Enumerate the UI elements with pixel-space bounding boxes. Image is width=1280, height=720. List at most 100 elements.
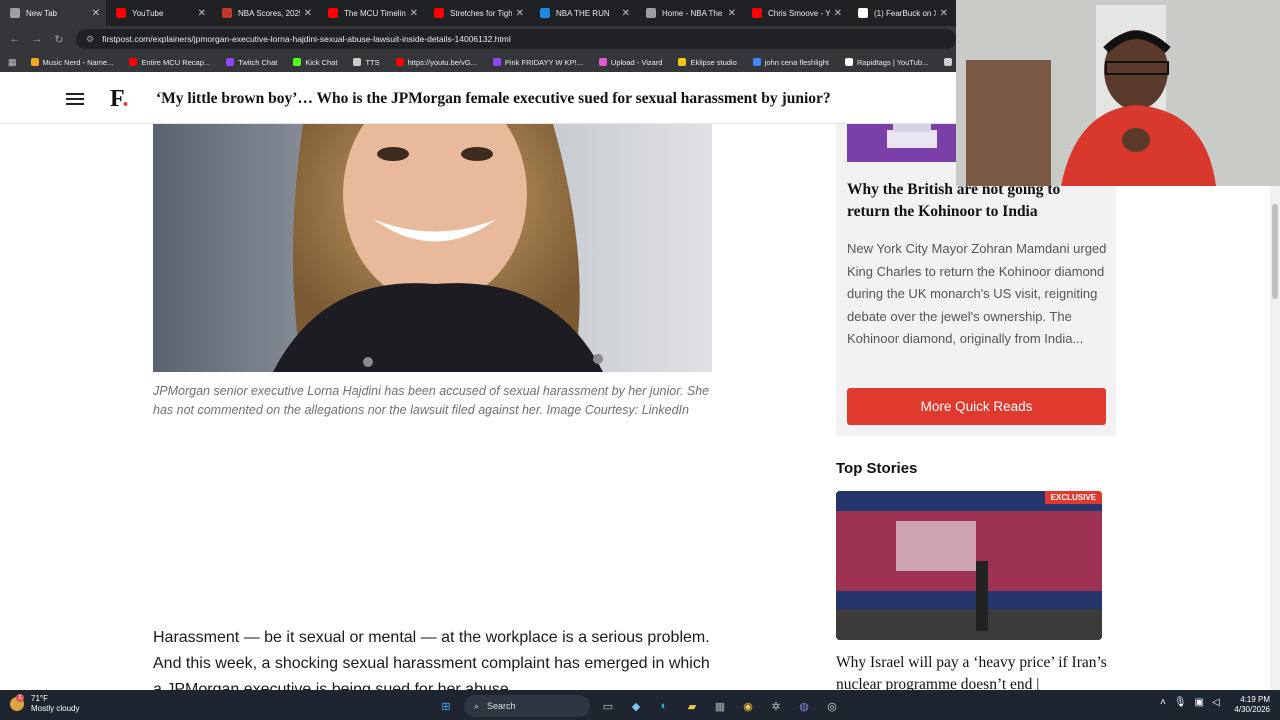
bookmark-item[interactable]: Kick Chat [293, 58, 337, 67]
bookmark-favicon-icon [293, 58, 302, 66]
tab-favicon-icon [222, 8, 232, 18]
reload-icon[interactable]: ↻ [48, 33, 70, 46]
browser-tab[interactable]: Stretches for Tight ✕ [424, 0, 530, 26]
clock-time: 4:19 PM [1240, 695, 1270, 704]
bookmark-item[interactable]: Eklipse studio [678, 57, 737, 67]
bookmark-label: Eklipse studio [690, 57, 737, 67]
bookmark-item[interactable]: Rapidtags | YouTub... [844, 58, 928, 67]
bookmark-favicon-icon [30, 58, 39, 66]
close-tab-icon[interactable]: ✕ [940, 8, 948, 19]
chrome-icon[interactable]: ◉ [738, 696, 758, 716]
browser-tab[interactable]: NBA Scores, 2025 ✕ [212, 0, 318, 26]
copilot-icon[interactable]: ◆ [626, 696, 646, 716]
close-tab-icon[interactable]: ✕ [92, 8, 100, 19]
weather-widget[interactable]: 1 71°F Mostly cloudy [10, 694, 79, 714]
bookmark-label: Pink FRIDAYY W KP!... [504, 57, 583, 67]
browser-tab[interactable]: Chris Smoove - Yo ✕ [742, 0, 848, 26]
tab-favicon-icon [646, 8, 656, 18]
logo-letter: F [110, 86, 123, 112]
task-view-icon[interactable]: ▭ [598, 696, 618, 716]
bookmark-favicon-icon [944, 58, 953, 66]
steam-icon[interactable]: ◎ [822, 696, 842, 716]
scrollbar[interactable] [1270, 186, 1280, 690]
tab-title: The MCU Timeline [344, 8, 406, 18]
tab-favicon-icon [10, 8, 20, 18]
browser-tab[interactable]: New Tab ✕ [0, 0, 106, 26]
bookmark-favicon-icon [598, 58, 607, 66]
system-tray: ˄ 🎙 ▣ ◁ [1160, 697, 1228, 708]
more-quick-reads-button[interactable]: More Quick Reads [847, 388, 1106, 425]
forward-icon[interactable]: → [26, 33, 48, 45]
browser-tab[interactable]: Home - NBA The ✕ [636, 0, 742, 26]
system-clock[interactable]: 4:19 PM 4/30/2026 [1226, 695, 1270, 715]
bookmark-label: john cena fleshlight [764, 57, 829, 67]
bookmark-item[interactable]: Music Nerd - Name... [30, 57, 114, 67]
top-story-image[interactable]: EXCLUSIVE [836, 491, 1102, 640]
browser-tab[interactable]: The MCU Timeline ✕ [318, 0, 424, 26]
browser-tab[interactable]: NBA THE RUN ✕ [530, 0, 636, 26]
taskbar-search[interactable]: ⌕ Search [464, 695, 590, 717]
file-explorer-icon[interactable]: ▰ [682, 696, 702, 716]
close-tab-icon[interactable]: ✕ [622, 8, 630, 19]
browser-tab[interactable]: YouTube ✕ [106, 0, 212, 26]
tab-title: YouTube [132, 8, 164, 18]
windows-start-icon[interactable]: ⊞ [436, 696, 456, 716]
tab-favicon-icon [434, 8, 444, 18]
network-icon[interactable]: ▣ [1195, 697, 1204, 708]
close-tab-icon[interactable]: ✕ [728, 8, 736, 19]
bookmark-item[interactable]: https://youtu.be/vG... [395, 57, 477, 67]
quick-read-summary: New York City Mayor Zohran Mamdani urged… [847, 241, 1107, 346]
quick-read-thumbnail[interactable] [847, 124, 957, 162]
taskbar: 1 71°F Mostly cloudy ⊞ ⌕ Search ▭ ◆ ◐ ▰ ▦… [0, 690, 1280, 720]
edge-icon[interactable]: ◐ [654, 696, 674, 716]
tab-title: Stretches for Tight [450, 8, 512, 18]
chevron-up-icon[interactable]: ˄ [1160, 697, 1166, 708]
site-logo[interactable]: F. [110, 86, 128, 113]
bookmark-label: Music Nerd - Name... [42, 57, 114, 67]
close-tab-icon[interactable]: ✕ [410, 8, 418, 19]
store-icon[interactable]: ▦ [710, 696, 730, 716]
bookmark-label: TTS [365, 57, 380, 67]
bookmark-label: Kick Chat [305, 57, 338, 67]
top-stories-heading: Top Stories [836, 460, 918, 477]
bookmark-label: Upload - Vizard [610, 57, 663, 67]
bookmark-item[interactable]: Pink FRIDAYY W KP!... [492, 57, 583, 67]
apps-icon[interactable]: ▦ [8, 57, 17, 68]
settings-icon[interactable]: ✲ [766, 696, 786, 716]
site-info-icon[interactable]: ⚙ [86, 34, 94, 45]
menu-icon[interactable] [66, 93, 84, 105]
bookmark-favicon-icon [492, 58, 501, 66]
tab-favicon-icon [116, 8, 126, 18]
bookmark-favicon-icon [226, 58, 235, 66]
close-tab-icon[interactable]: ✕ [516, 8, 524, 19]
tab-title: (1) FearBuck on X [874, 8, 936, 18]
page-title: ‘My little brown boy’… Who is the JPMorg… [156, 90, 831, 107]
article-image [153, 124, 712, 372]
close-tab-icon[interactable]: ✕ [304, 8, 312, 19]
bookmark-favicon-icon [844, 58, 853, 66]
bookmark-favicon-icon [353, 58, 362, 66]
logo-dot: . [122, 86, 129, 112]
bookmark-item[interactable]: john cena fleshlight [752, 57, 829, 67]
scrollbar-thumb[interactable] [1272, 204, 1278, 299]
back-icon[interactable]: ← [4, 33, 26, 45]
tab-favicon-icon [752, 8, 762, 18]
address-bar[interactable]: ⚙ firstpost.com/explainers/jpmorgan-exec… [76, 29, 956, 49]
weather-desc: Mostly cloudy [31, 704, 80, 713]
browser-tab[interactable]: (1) FearBuck on X ✕ [848, 0, 954, 26]
bookmark-label: Twitch Chat [238, 57, 278, 67]
close-tab-icon[interactable]: ✕ [834, 8, 842, 19]
bookmark-label: https://youtu.be/vG... [407, 57, 477, 67]
exclusive-badge: EXCLUSIVE [1044, 491, 1102, 504]
bookmark-item[interactable]: TTS [353, 57, 380, 67]
tab-title: NBA THE RUN [556, 8, 610, 18]
microphone-icon[interactable]: 🎙 [1174, 697, 1187, 708]
bookmark-item[interactable]: Entire MCU Recap... [129, 58, 210, 67]
tab-title: Home - NBA The [662, 8, 723, 18]
volume-icon[interactable]: ◁ [1212, 697, 1220, 708]
discord-icon[interactable]: ◍ [794, 696, 814, 716]
close-tab-icon[interactable]: ✕ [198, 8, 206, 19]
bookmark-item[interactable]: Upload - Vizard [598, 57, 663, 67]
tab-favicon-icon [540, 8, 550, 18]
bookmark-item[interactable]: Twitch Chat [226, 58, 277, 67]
